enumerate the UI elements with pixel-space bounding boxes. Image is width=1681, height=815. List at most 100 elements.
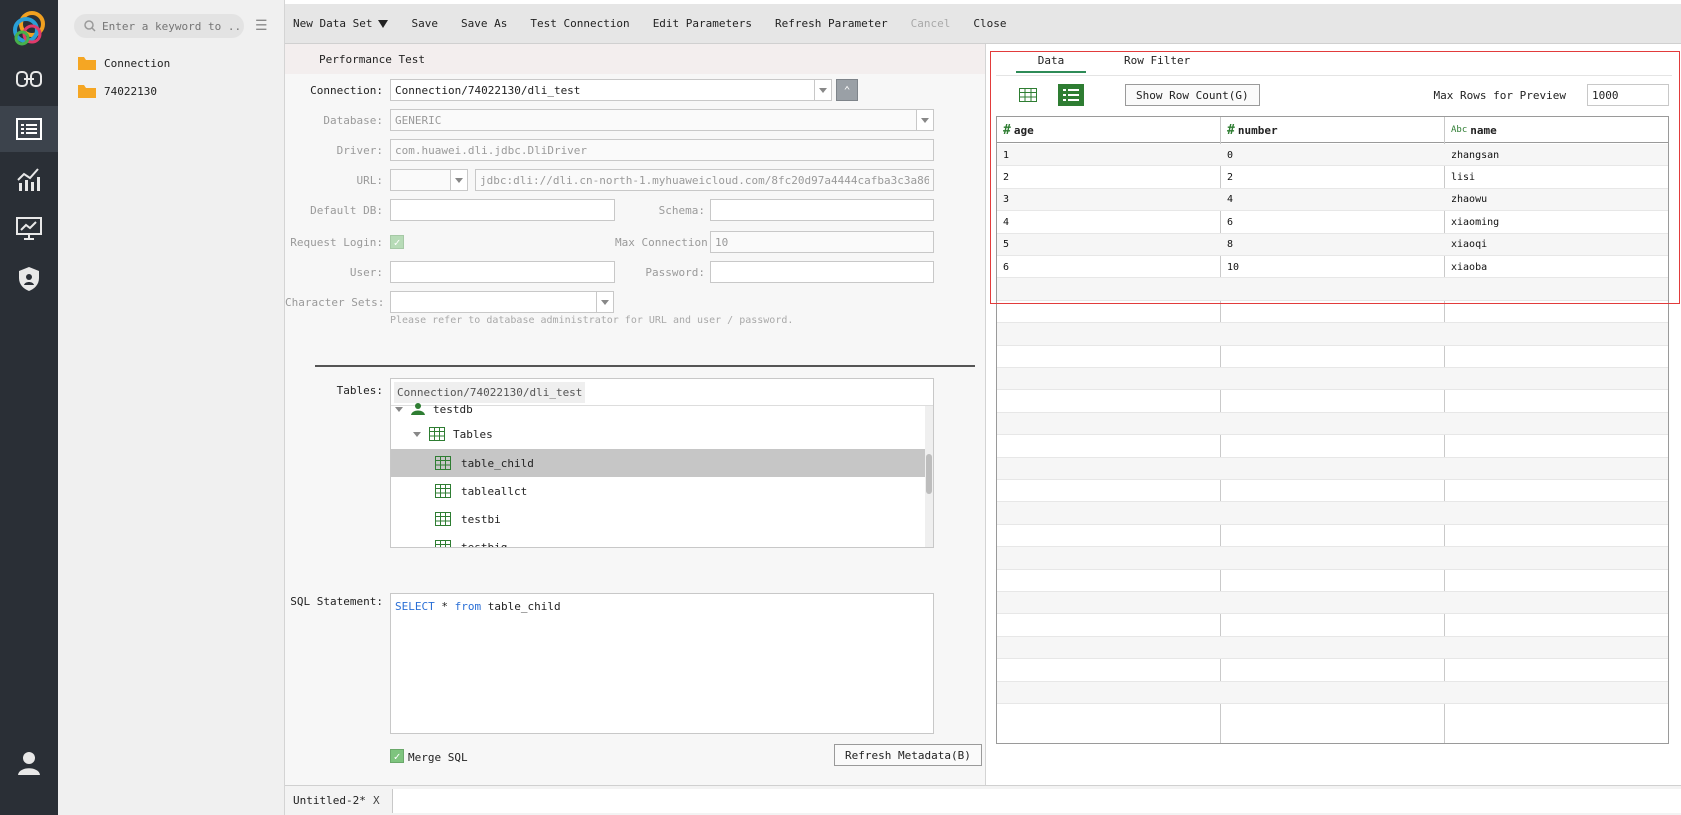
connection-hint: Please refer to database administrator f… [390, 315, 794, 326]
sql-editor[interactable]: SELECT * from table_child [390, 593, 934, 734]
max-connection-field[interactable] [710, 231, 934, 253]
editor-tab-untitled[interactable]: Untitled-2* [293, 794, 366, 807]
empty-row [997, 301, 1668, 324]
save-as-button[interactable]: Save As [461, 17, 507, 30]
test-connection-button[interactable]: Test Connection [530, 17, 629, 30]
empty-row [997, 614, 1668, 637]
connection-nav-icon[interactable] [0, 56, 58, 102]
character-sets-dropdown[interactable] [596, 291, 614, 313]
show-row-count-button[interactable]: Show Row Count(G) [1125, 84, 1260, 106]
column-header-name[interactable]: Abc name [1445, 117, 1669, 143]
default-db-field[interactable] [390, 199, 615, 221]
list-view-button[interactable] [1058, 84, 1084, 106]
empty-row [997, 502, 1668, 525]
collapse-up-button[interactable]: ⌃ [836, 79, 858, 101]
dataset-form: Performance Test Connection: ⌃ Database:… [285, 44, 985, 785]
dataset-nav-icon[interactable] [0, 106, 58, 152]
dashboard-nav-icon[interactable] [0, 206, 58, 252]
tree-scrollbar[interactable] [925, 406, 933, 547]
numeric-type-icon: # [1227, 122, 1235, 138]
table-cell: 2 [1227, 172, 1234, 184]
url-protocol-dropdown[interactable] [450, 169, 468, 191]
editor-tab-strip [392, 789, 1681, 813]
empty-row [997, 323, 1668, 346]
sql-keyword-from: from [454, 600, 482, 613]
empty-row [997, 368, 1668, 391]
driver-field[interactable] [390, 139, 934, 161]
search-input[interactable] [102, 19, 242, 33]
tree-node-label: Tables [453, 427, 493, 441]
data-grid[interactable]: # age # number Abc name 1 0 zhangsan 2 2 lisi 3 4 z… [996, 116, 1669, 744]
empty-row [997, 525, 1668, 548]
empty-row [997, 457, 1668, 480]
table-cell: 6 [1227, 216, 1234, 228]
column-header-number[interactable]: # number [1221, 117, 1445, 143]
table-row[interactable]: 4 6 xiaoming [997, 211, 1668, 234]
close-tab-icon[interactable]: X [373, 794, 380, 807]
character-sets-field[interactable] [390, 291, 598, 313]
tree-node-tableallct[interactable]: tableallct [435, 477, 527, 505]
table-cell: 1 [1003, 149, 1010, 161]
merge-sql-checkbox[interactable]: ✓ [390, 749, 404, 763]
edit-parameters-button[interactable]: Edit Parameters [653, 17, 752, 30]
connection-field[interactable] [390, 79, 816, 101]
schema-field[interactable] [710, 199, 934, 221]
user-field[interactable] [390, 261, 615, 283]
repository-search[interactable] [74, 14, 244, 38]
database-field[interactable] [390, 109, 918, 131]
double-chevron-up-icon: ⌃ [843, 83, 851, 97]
tree-node-tables[interactable]: Tables [413, 421, 493, 447]
max-rows-field[interactable] [1587, 84, 1669, 106]
tables-tree[interactable]: Connection/74022130/dli_test testdb Tabl… [390, 378, 934, 548]
tree-node-label: testdb [433, 402, 473, 416]
empty-row [997, 412, 1668, 436]
table-row[interactable]: 3 4 zhaowu [997, 188, 1668, 212]
tables-label: Tables: [336, 384, 383, 397]
analysis-nav-icon[interactable] [0, 156, 58, 202]
connection-dropdown[interactable] [814, 79, 832, 101]
table-cell: zhangsan [1451, 149, 1500, 161]
close-button[interactable]: Close [973, 17, 1006, 30]
chevron-down-icon [819, 87, 827, 93]
form-title: Performance Test [319, 53, 425, 66]
column-header-age[interactable]: # age [997, 117, 1221, 143]
password-field[interactable] [710, 261, 934, 283]
refresh-metadata-button[interactable]: Refresh Metadata(B) [834, 744, 982, 766]
user-account-icon[interactable] [0, 740, 58, 786]
folder-icon [78, 56, 96, 70]
left-icon-rail [0, 0, 58, 815]
tab-data[interactable]: Data [1016, 54, 1086, 73]
tree-node-db[interactable]: testdb [395, 399, 473, 419]
table-row[interactable]: 2 2 lisi [997, 166, 1668, 189]
table-row[interactable]: 6 10 xiaoba [997, 256, 1668, 279]
default-db-label: Default DB: [310, 204, 383, 217]
database-dropdown[interactable] [916, 109, 934, 131]
tree-node-testbig[interactable]: testbig [435, 533, 507, 547]
new-data-set-button[interactable]: New Data Set [293, 17, 389, 30]
editor-tab-bar: Untitled-2* X [285, 785, 1681, 815]
scrollbar-thumb[interactable] [926, 454, 932, 494]
grid-view-button[interactable] [1015, 84, 1041, 106]
save-button[interactable]: Save [411, 17, 438, 30]
table-cell: 3 [1003, 194, 1010, 206]
folder-item-connection[interactable]: Connection [78, 53, 170, 73]
url-field[interactable] [475, 169, 934, 191]
refresh-parameter-button[interactable]: Refresh Parameter [775, 17, 888, 30]
menu-icon[interactable]: ☰ [255, 18, 268, 34]
security-nav-icon[interactable] [0, 256, 58, 302]
table-cell: xiaoming [1451, 216, 1500, 228]
table-row[interactable]: 1 0 zhangsan [997, 144, 1668, 167]
request-login-label: Request Login: [290, 236, 383, 249]
url-protocol-field[interactable] [390, 169, 452, 191]
empty-row [997, 659, 1668, 682]
folder-item-74022130[interactable]: 74022130 [78, 81, 157, 101]
request-login-checkbox[interactable]: ✓ [390, 235, 404, 249]
tab-row-filter[interactable]: Row Filter [1124, 54, 1190, 67]
tree-node-table-child[interactable]: table_child [391, 449, 927, 477]
driver-label: Driver: [336, 144, 383, 157]
cancel-button[interactable]: Cancel [911, 17, 951, 30]
tree-node-testbi[interactable]: testbi [435, 505, 501, 533]
table-row[interactable]: 5 8 xiaoqi [997, 233, 1668, 256]
table-cell: 8 [1227, 239, 1234, 251]
database-label: Database: [323, 114, 383, 127]
